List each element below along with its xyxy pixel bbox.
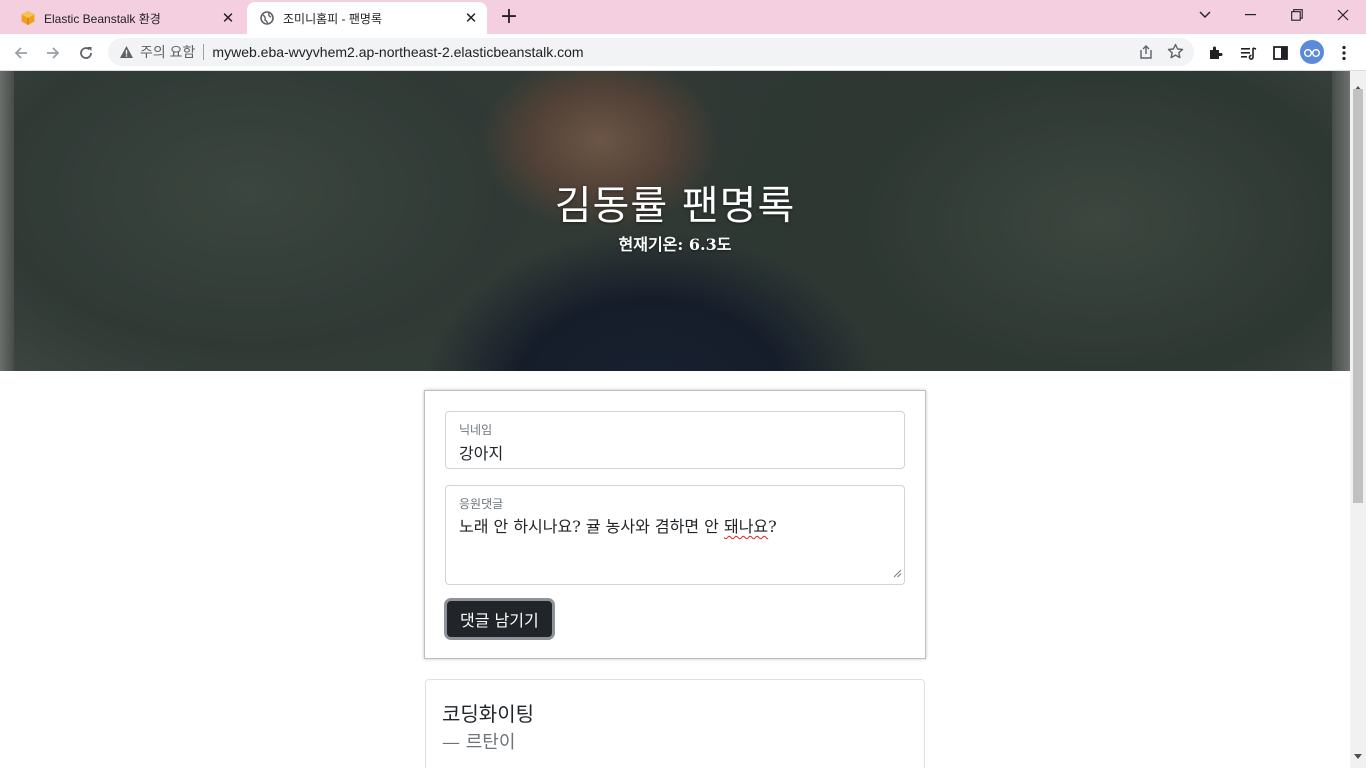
forward-button[interactable] <box>40 40 66 66</box>
aws-box-icon <box>20 10 36 26</box>
tab-strip: Elastic Beanstalk 환경 ✕ 조미니홈피 - 팬명록 ✕ + <box>0 0 1366 34</box>
nickname-input[interactable]: 강아지 <box>459 440 503 464</box>
restore-button[interactable] <box>1274 0 1320 30</box>
bookmark-star-icon[interactable] <box>1167 43 1184 63</box>
new-tab-button[interactable]: + <box>497 6 521 30</box>
browser-toolbar: 주의 요함 myweb.eba-wvyvhem2.ap-northeast-2.… <box>0 34 1366 71</box>
side-panel-icon[interactable] <box>1269 42 1291 64</box>
close-icon <box>1337 9 1349 21</box>
page-title: 김동률 팬명록 <box>554 183 796 229</box>
warning-icon[interactable] <box>118 44 134 60</box>
comment-form: 닉네임 강아지 응원댓글 노래 안 하시나요? 귤 농사와 겸하면 안 돼나요?… <box>424 390 926 659</box>
chevron-down-icon <box>1199 11 1211 18</box>
comment-label: 응원댓글 <box>459 497 504 511</box>
url-text[interactable]: myweb.eba-wvyvhem2.ap-northeast-2.elasti… <box>212 44 583 60</box>
close-icon[interactable]: ✕ <box>461 8 481 28</box>
comment-text: ? <box>768 517 777 536</box>
profile-avatar[interactable] <box>1300 40 1324 64</box>
comment-text: 노래 안 하시나요? 귤 농사와 겸하면 안 <box>459 517 724 536</box>
back-button[interactable] <box>8 40 34 66</box>
comment-textarea[interactable]: 응원댓글 노래 안 하시나요? 귤 농사와 겸하면 안 돼나요? <box>445 485 905 585</box>
security-status[interactable]: 주의 요함 <box>140 42 195 62</box>
page-viewport: 김동률 팬명록 현재기온: 6.3도 닉네임 강아지 응원댓글 노래 안 하시나… <box>0 71 1350 768</box>
globe-icon <box>259 10 275 26</box>
resize-handle-icon[interactable] <box>893 563 902 582</box>
separator <box>203 44 205 60</box>
nickname-field[interactable]: 닉네임 강아지 <box>445 411 905 469</box>
reload-icon <box>80 47 92 59</box>
scrollbar-thumb[interactable] <box>1353 89 1363 503</box>
extensions-icon[interactable] <box>1205 42 1227 64</box>
tab-search-button[interactable] <box>1182 0 1228 30</box>
reload-button[interactable] <box>73 40 99 66</box>
tab-elastic-beanstalk[interactable]: Elastic Beanstalk 환경 ✕ <box>8 2 244 34</box>
tab-title: 조미니홈피 - 팬명록 <box>283 11 382 26</box>
media-control-icon[interactable] <box>1237 42 1259 64</box>
tab-title: Elastic Beanstalk 환경 <box>44 11 161 26</box>
menu-kebab-icon[interactable] <box>1333 42 1355 64</box>
temperature-text: 현재기온: 6.3도 <box>0 231 1350 255</box>
tab-guestbook[interactable]: 조미니홈피 - 팬명록 ✕ <box>247 2 487 34</box>
restore-icon <box>1291 9 1303 21</box>
scroll-down-icon[interactable] <box>1354 744 1362 763</box>
minimize-button[interactable] <box>1228 0 1274 30</box>
comment-text: 코딩화이팅 <box>442 702 534 726</box>
spellcheck-word[interactable]: 돼나요 <box>724 517 768 536</box>
arrow-left-icon <box>14 47 27 59</box>
address-bar[interactable]: 주의 요함 myweb.eba-wvyvhem2.ap-northeast-2.… <box>108 38 1194 66</box>
comment-author: — 르탄이 <box>442 732 516 753</box>
submit-comment-button[interactable]: 댓글 남기기 <box>444 598 555 640</box>
minimize-icon <box>1245 14 1256 16</box>
share-icon[interactable] <box>1138 44 1154 63</box>
close-icon[interactable]: ✕ <box>218 8 238 28</box>
comment-card: 코딩화이팅 — 르탄이 <box>425 679 925 768</box>
temperature-value: 6.3 <box>688 235 717 254</box>
arrow-right-icon <box>47 47 60 59</box>
page-scrollbar[interactable] <box>1350 71 1366 768</box>
temperature-unit: 도 <box>716 235 732 254</box>
nickname-label: 닉네임 <box>459 423 493 437</box>
window-close-button[interactable] <box>1320 0 1366 30</box>
comment-input[interactable]: 노래 안 하시나요? 귤 농사와 겸하면 안 돼나요? <box>459 513 777 537</box>
temperature-label: 현재기온: <box>618 235 684 254</box>
hero-banner: 김동률 팬명록 현재기온: 6.3도 <box>0 71 1350 371</box>
